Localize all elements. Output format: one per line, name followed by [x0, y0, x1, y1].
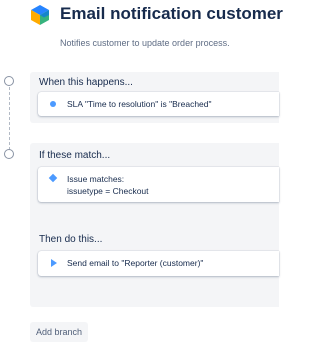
trigger-section: When this happens... SLA "Time to resolu…	[30, 72, 279, 123]
action-card-text: Send email to "Reporter (customer)"	[67, 258, 204, 268]
diamond-icon	[48, 173, 58, 183]
page-title: Email notification customer	[60, 4, 283, 23]
dot-icon	[50, 101, 56, 107]
condition-section: If these match... Issue matches: issuety…	[30, 143, 279, 307]
condition-node-icon	[4, 149, 14, 159]
action-label: Then do this...	[39, 234, 103, 245]
trigger-card-text: SLA "Time to resolution" is "Breached"	[67, 99, 212, 109]
page-subtitle: Notifies customer to update order proces…	[60, 38, 230, 48]
trigger-label: When this happens...	[39, 77, 133, 88]
trigger-card[interactable]: SLA "Time to resolution" is "Breached"	[38, 92, 279, 116]
play-icon	[51, 259, 57, 267]
action-card[interactable]: Send email to "Reporter (customer)"	[38, 251, 279, 276]
condition-card[interactable]: Issue matches: issuetype = Checkout	[38, 167, 279, 202]
condition-card-line2: issuetype = Checkout	[67, 186, 149, 196]
add-branch-button[interactable]: Add branch	[30, 322, 88, 342]
condition-label: If these match...	[39, 150, 111, 161]
condition-card-line1: Issue matches:	[67, 174, 125, 184]
trigger-node-icon	[4, 76, 14, 86]
automation-cube-icon	[31, 5, 49, 25]
rule-header: Email notification customer Notifies cus…	[0, 0, 283, 60]
timeline-connector	[9, 82, 10, 155]
